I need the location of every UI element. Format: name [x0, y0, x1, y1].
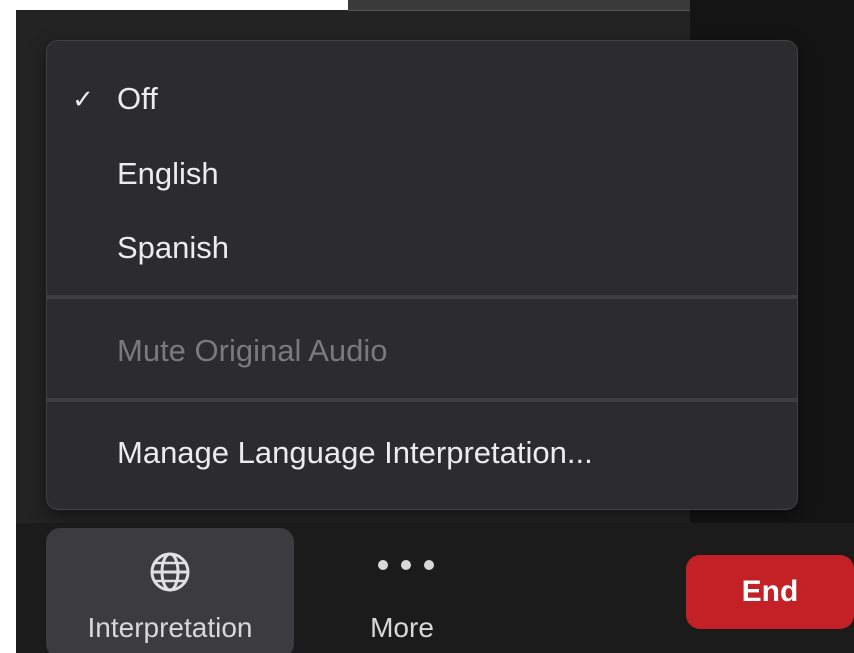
globe-icon	[150, 552, 190, 592]
interpretation-menu: ✓ Off English Spanish Mute Original Audi…	[46, 40, 798, 510]
checkmark-icon: ✓	[72, 83, 94, 114]
interpretation-label: Interpretation	[87, 612, 253, 643]
menu-item-english[interactable]: English	[47, 142, 797, 206]
desktop-background-left	[0, 0, 16, 653]
desktop-background	[0, 0, 348, 10]
screenshot-stage: ✓ Off English Spanish Mute Original Audi…	[0, 0, 854, 653]
menu-item-label: Spanish	[117, 230, 230, 265]
menu-item-mute-original-audio: Mute Original Audio	[47, 319, 797, 383]
meeting-toolbar: Interpretation More End	[16, 523, 854, 653]
menu-item-label: Off	[117, 81, 158, 116]
interpretation-button[interactable]: Interpretation	[46, 528, 294, 653]
menu-item-spanish[interactable]: Spanish	[47, 216, 797, 280]
menu-divider	[47, 398, 797, 402]
menu-item-label: English	[117, 156, 219, 191]
menu-item-manage-language-interpretation[interactable]: Manage Language Interpretation...	[47, 421, 797, 485]
window-top-strip	[348, 0, 690, 11]
more-label: More	[370, 612, 434, 643]
more-dots-icon	[378, 560, 434, 570]
menu-item-label: Mute Original Audio	[117, 333, 388, 368]
end-meeting-button[interactable]: End	[686, 555, 854, 629]
more-button[interactable]: More	[342, 528, 462, 653]
menu-item-label: Manage Language Interpretation...	[117, 435, 593, 470]
menu-divider	[47, 295, 797, 299]
menu-item-off[interactable]: ✓ Off	[47, 67, 797, 131]
